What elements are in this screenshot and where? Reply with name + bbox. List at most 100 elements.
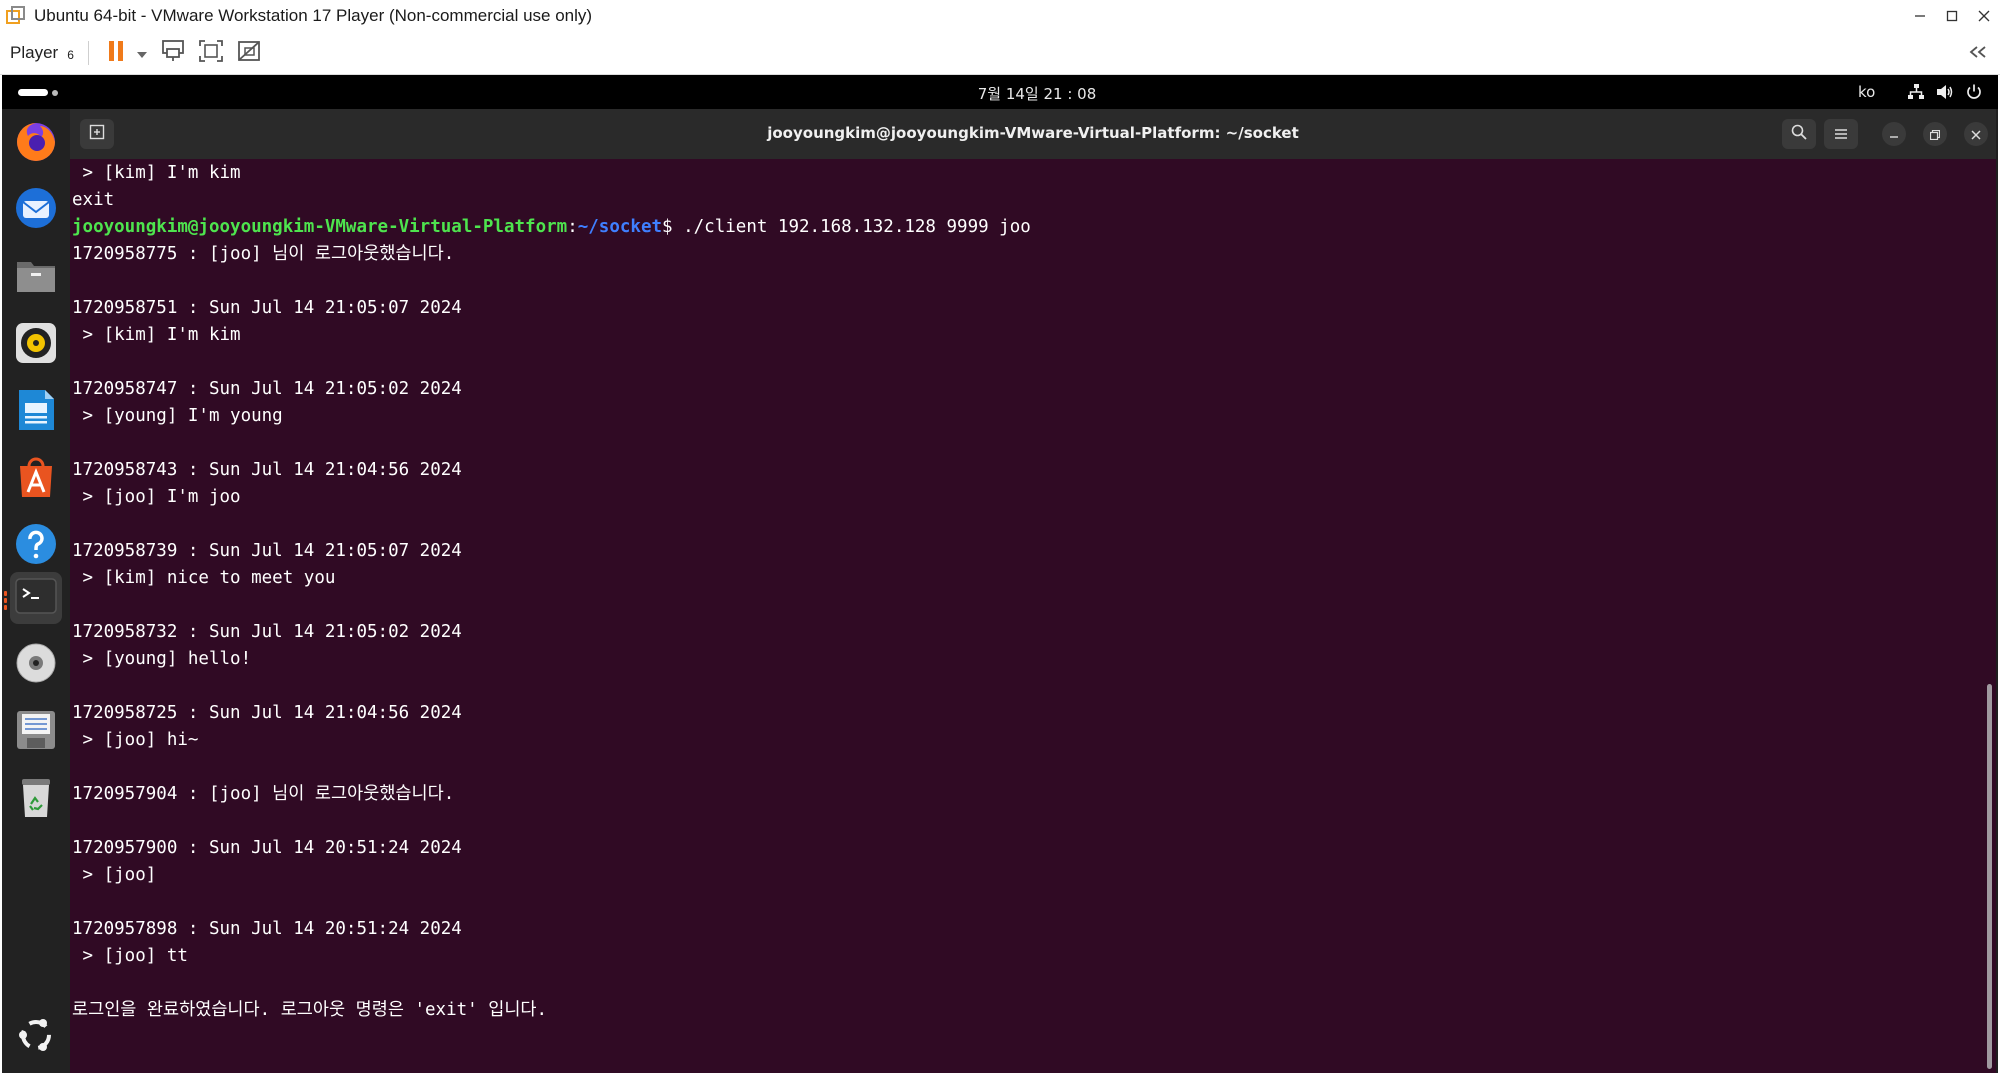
dock-item-trash[interactable] bbox=[10, 773, 62, 825]
vmware-title-bar: Ubuntu 64-bit - VMware Workstation 17 Pl… bbox=[0, 0, 2000, 32]
dock-item-floppy[interactable] bbox=[10, 706, 62, 758]
prompt-path: ~/socket bbox=[577, 217, 663, 237]
maximize-icon bbox=[1946, 7, 1958, 26]
search-icon bbox=[1791, 124, 1807, 144]
dock-item-help[interactable] bbox=[10, 520, 62, 572]
gnome-top-bar: 7월 14일 21 : 08 ko bbox=[2, 75, 1998, 109]
unity-button[interactable] bbox=[233, 37, 265, 69]
dropdown-arrow-icon bbox=[136, 44, 147, 63]
dock-item-thunderbird[interactable] bbox=[10, 184, 62, 236]
prompt-command: $ ./client 192.168.132.128 9999 joo bbox=[662, 217, 1031, 237]
send-ctrl-alt-del-icon bbox=[160, 39, 186, 67]
terminal-output[interactable]: > [kim] I'm kim exit jooyoungkim@jooyoun… bbox=[72, 160, 1972, 1073]
terminal-close-button[interactable] bbox=[1964, 122, 1988, 146]
running-indicator bbox=[4, 591, 7, 596]
terminal-line: 1720957898 : Sun Jul 14 20:51:24 2024 bbox=[72, 919, 462, 939]
unity-icon bbox=[236, 39, 262, 67]
disc-icon bbox=[13, 640, 59, 690]
terminal-minimize-button[interactable] bbox=[1882, 122, 1906, 146]
dock-item-terminal[interactable] bbox=[10, 572, 62, 624]
terminal-line: > [joo] I'm joo bbox=[72, 487, 241, 507]
terminal-line: > [kim] nice to meet you bbox=[72, 568, 336, 588]
minimize-button[interactable] bbox=[1904, 0, 1936, 32]
power-icon bbox=[1964, 82, 1984, 102]
menu-button[interactable] bbox=[1824, 119, 1858, 149]
minimize-icon bbox=[1914, 7, 1926, 26]
terminal-line: > [young] I'm young bbox=[72, 406, 283, 426]
clock[interactable]: 7월 14일 21 : 08 bbox=[2, 83, 2000, 104]
pause-button[interactable] bbox=[101, 37, 133, 69]
toolbar-divider bbox=[87, 41, 89, 65]
volume-icon bbox=[1935, 82, 1955, 102]
terminal-line: 1720958743 : Sun Jul 14 21:04:56 2024 bbox=[72, 460, 462, 480]
close-icon bbox=[1978, 7, 1990, 26]
terminal-window[interactable]: jooyoungkim@jooyoungkim-VMware-Virtual-P… bbox=[70, 109, 1996, 1073]
dock-item-libreoffice-writer[interactable] bbox=[10, 386, 62, 438]
window-title: Ubuntu 64-bit - VMware Workstation 17 Pl… bbox=[34, 6, 593, 25]
terminal-line: 1720958775 : [joo] 님이 로그아웃했습니다. bbox=[72, 244, 455, 264]
terminal-line: 1720958751 : Sun Jul 14 21:05:07 2024 bbox=[72, 298, 462, 318]
full-screen-button[interactable] bbox=[195, 37, 227, 69]
rhythmbox-icon bbox=[13, 320, 59, 370]
collapse-toolbar-button[interactable] bbox=[1964, 38, 1992, 68]
close-icon bbox=[1971, 125, 1981, 144]
dock-item-app-center[interactable] bbox=[10, 453, 62, 505]
clock-text: 7월 14일 21 : 08 bbox=[977, 85, 1097, 103]
vmware-logo-icon bbox=[6, 6, 26, 26]
restore-icon bbox=[1929, 125, 1941, 144]
dock-item-rhythmbox[interactable] bbox=[10, 319, 62, 371]
terminal-prompt-line: jooyoungkim@jooyoungkim-VMware-Virtual-P… bbox=[72, 214, 1972, 241]
floppy-icon bbox=[13, 707, 59, 757]
terminal-line: > [joo] tt bbox=[72, 946, 188, 966]
player-menu-label: Player bbox=[10, 43, 59, 62]
help-icon bbox=[13, 521, 59, 571]
double-chevron-left-icon bbox=[1968, 44, 1988, 63]
vmware-toolbar: Player 6 bbox=[0, 32, 2000, 75]
ubuntu-logo-icon bbox=[14, 1013, 58, 1061]
player-menu[interactable]: Player 6 bbox=[10, 43, 74, 63]
terminal-line: > [young] hello! bbox=[72, 649, 252, 669]
prompt-colon: : bbox=[567, 217, 578, 237]
terminal-icon bbox=[13, 573, 59, 623]
terminal-line: > [joo] bbox=[72, 865, 157, 885]
terminal-line: exit bbox=[72, 190, 115, 210]
files-icon bbox=[13, 253, 59, 303]
terminal-restore-button[interactable] bbox=[1923, 122, 1947, 146]
player-badge: 6 bbox=[67, 48, 74, 62]
app-center-icon bbox=[13, 454, 59, 504]
terminal-line: > [kim] I'm kim bbox=[72, 163, 241, 183]
libreoffice-writer-icon bbox=[13, 387, 59, 437]
search-button[interactable] bbox=[1782, 119, 1816, 149]
dock-item-disc[interactable] bbox=[10, 639, 62, 691]
terminal-line: 1720957904 : [joo] 님이 로그아웃했습니다. bbox=[72, 784, 455, 804]
terminal-line: 1720958732 : Sun Jul 14 21:05:02 2024 bbox=[72, 622, 462, 642]
running-indicator bbox=[4, 598, 7, 603]
ubuntu-desktop: 7월 14일 21 : 08 ko jooyoungkim@jooyoungki… bbox=[2, 75, 1998, 1073]
network-icon bbox=[1906, 82, 1926, 102]
terminal-scrollbar[interactable] bbox=[1987, 684, 1992, 1069]
ubuntu-dock bbox=[2, 109, 70, 1073]
dock-item-firefox[interactable] bbox=[10, 117, 62, 169]
system-menu[interactable] bbox=[1906, 82, 1993, 102]
send-ctrl-alt-del-button[interactable] bbox=[157, 37, 189, 69]
pause-icon bbox=[107, 40, 127, 66]
terminal-line: 1720958725 : Sun Jul 14 21:04:56 2024 bbox=[72, 703, 462, 723]
maximize-button[interactable] bbox=[1936, 0, 1968, 32]
close-button[interactable] bbox=[1968, 0, 2000, 32]
pause-dropdown-button[interactable] bbox=[133, 37, 151, 69]
thunderbird-icon bbox=[13, 185, 59, 235]
terminal-line: 1720958739 : Sun Jul 14 21:05:07 2024 bbox=[72, 541, 462, 561]
input-source-indicator[interactable]: ko bbox=[1858, 83, 1875, 101]
vm-screen[interactable]: 7월 14일 21 : 08 ko jooyoungkim@jooyoungki… bbox=[0, 75, 2000, 1073]
dock-item-files[interactable] bbox=[10, 252, 62, 304]
running-indicator bbox=[4, 605, 7, 610]
terminal-line: > [kim] I'm kim bbox=[72, 325, 241, 345]
show-apps-button[interactable] bbox=[10, 1011, 62, 1063]
terminal-header-bar: jooyoungkim@jooyoungkim-VMware-Virtual-P… bbox=[70, 109, 1996, 159]
